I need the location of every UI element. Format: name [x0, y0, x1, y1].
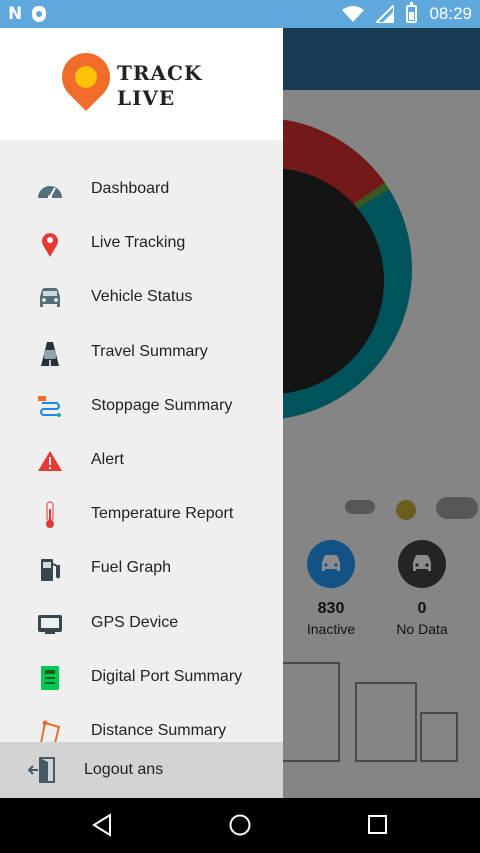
logout-label: Logout ans — [84, 761, 164, 778]
menu-item-label: Alert — [91, 450, 124, 468]
warning-icon — [37, 448, 63, 474]
menu-item-travel-summary[interactable]: Travel Summary — [0, 326, 283, 380]
menu-item-fuel-graph[interactable]: Fuel Graph — [0, 542, 283, 596]
wifi-icon — [342, 6, 365, 22]
menu-item-dashboard[interactable]: Dashboard — [0, 163, 283, 217]
menu-item-temperature-report[interactable]: Temperature Report — [0, 488, 283, 542]
menu-item-label: Digital Port Summary — [91, 667, 243, 685]
recents-button[interactable] — [367, 813, 389, 837]
thermometer-icon — [37, 501, 63, 529]
menu-item-label: Distance Summary — [91, 721, 227, 739]
brand-logo-text: TRACK LIVE — [117, 61, 202, 111]
n-icon: N — [8, 4, 23, 24]
shield-icon — [32, 6, 47, 22]
menu-item-digital-port-summary[interactable]: Digital Port Summary — [0, 651, 283, 705]
location-pin-icon — [37, 231, 63, 258]
home-button[interactable] — [228, 813, 252, 837]
signal-icon — [376, 5, 395, 23]
road-car-icon — [37, 340, 63, 366]
menu-item-vehicle-status[interactable]: Vehicle Status — [0, 271, 283, 325]
menu-item-label: GPS Device — [91, 613, 179, 631]
status-bar: N 08:29 — [0, 0, 480, 28]
route-icon — [37, 394, 63, 420]
back-button[interactable] — [91, 813, 113, 837]
system-navigation-bar — [0, 798, 480, 853]
menu-item-label: Vehicle Status — [91, 288, 193, 306]
brand-line-1: TRACK — [117, 61, 203, 85]
speedometer-icon — [37, 177, 63, 203]
menu-item-alert[interactable]: Alert — [0, 434, 283, 488]
menu-item-stoppage-summary[interactable]: Stoppage Summary — [0, 380, 283, 434]
menu-item-gps-device[interactable]: GPS Device — [0, 597, 283, 651]
status-time: 08:29 — [429, 4, 472, 23]
digital-port-icon — [37, 665, 63, 691]
menu-item-label: Live Tracking — [91, 234, 186, 252]
navigation-drawer: TRACK LIVE Dashboard Live Tracking Vehic… — [0, 28, 283, 798]
logout-icon — [27, 757, 56, 788]
brand-line-2: LIVE — [117, 86, 176, 110]
battery-icon — [406, 2, 418, 23]
menu-item-live-tracking[interactable]: Live Tracking — [0, 217, 283, 271]
logo-car-emblem — [75, 66, 97, 88]
car-icon — [37, 285, 63, 311]
menu-item-label: Travel Summary — [91, 342, 208, 360]
fuel-pump-icon — [37, 556, 63, 582]
menu-item-label: Stoppage Summary — [91, 396, 233, 414]
logout-button[interactable]: Logout ans — [0, 742, 283, 798]
menu-item-label: Fuel Graph — [91, 559, 172, 577]
gps-device-icon — [37, 611, 63, 637]
menu-item-label: Dashboard — [91, 180, 170, 197]
menu-item-label: Temperature Report — [91, 505, 234, 523]
distance-icon — [37, 719, 63, 745]
drawer-header: TRACK LIVE — [0, 28, 283, 140]
drawer-menu: Dashboard Live Tracking Vehicle Status T… — [0, 163, 283, 759]
